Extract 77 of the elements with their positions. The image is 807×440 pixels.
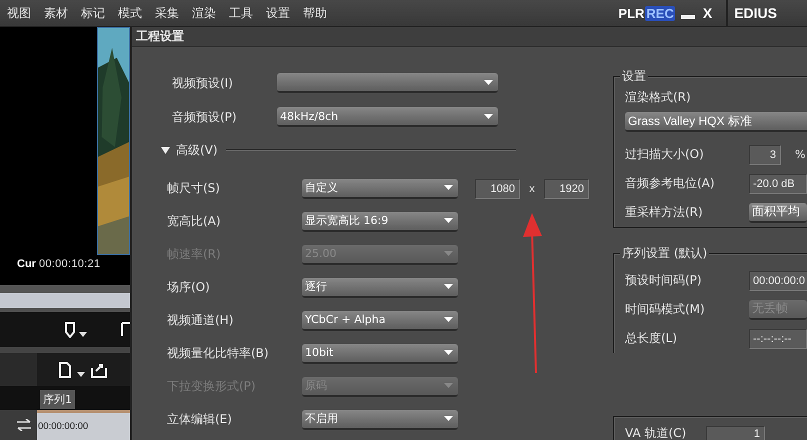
timeline-ruler[interactable]: 00:00:00:00 [37, 410, 130, 440]
field-label: 帧尺寸(S) [167, 180, 221, 197]
dropdown[interactable] [277, 73, 498, 93]
number-field[interactable]: 1 [706, 426, 765, 440]
caret-icon [444, 251, 453, 256]
export-icon[interactable] [91, 362, 107, 378]
menu-item[interactable]: 采集 [148, 4, 185, 22]
caret-icon [444, 185, 453, 190]
mode-toggle[interactable]: REC [645, 6, 675, 20]
caret-icon [444, 383, 453, 388]
field-label: 视频通道(H) [167, 312, 234, 329]
field-label: 音频预设(P) [172, 108, 238, 126]
timeline-timecode: 00:00:00:00 [38, 421, 88, 432]
field-label: 视频预设(I) [172, 74, 234, 92]
sequence-tab[interactable]: 序列1 [40, 390, 75, 409]
document-icon[interactable] [59, 362, 71, 378]
field-label: 视频量化比特率(B) [167, 345, 270, 362]
dropdown[interactable]: Grass Valley HQX 标准 [625, 112, 807, 132]
caret-icon [444, 350, 453, 355]
current-time-label: Cur [17, 258, 36, 270]
field-label: 立体编辑(E) [167, 411, 233, 428]
caret-icon [484, 114, 493, 118]
field-label: 渲染格式(R) [625, 89, 692, 106]
caret-icon [444, 317, 453, 322]
field-label: 音频参考电位(A) [625, 175, 716, 192]
group-title: 设置 [620, 69, 648, 83]
separator-text: x [528, 182, 536, 194]
dropdown[interactable]: YCbCr + Alpha [302, 310, 458, 330]
number-field[interactable]: 3 [749, 144, 781, 164]
input-field[interactable]: 00:00:00:0 [749, 270, 807, 290]
field-label: 预设时间码(P) [625, 272, 703, 289]
menu-item[interactable]: 模式 [111, 4, 148, 22]
field-label: VA 轨道(C) [625, 425, 688, 440]
input-field[interactable]: --:--:--:-- [749, 328, 807, 348]
width-field[interactable]: 1080 [475, 178, 520, 198]
swap-icon[interactable] [16, 419, 32, 431]
caret-icon [444, 416, 453, 421]
field-label: 过扫描大小(O) [625, 146, 705, 163]
menu-item[interactable]: 设置 [259, 4, 296, 22]
scrub-bar[interactable] [0, 285, 130, 308]
side-panel [0, 353, 37, 386]
section-label: 高级(V) [176, 142, 218, 158]
field-label: 时间码模式(M) [625, 301, 706, 318]
caret-icon [484, 80, 493, 84]
group-title: 序列设置 (默认) [620, 246, 710, 260]
close-button[interactable]: X [702, 5, 712, 21]
field-label: 总长度(L) [625, 330, 678, 347]
caret-icon [444, 218, 453, 223]
caret-icon[interactable] [77, 372, 85, 377]
field-label: 重采样方法(R) [625, 204, 704, 221]
menu-item[interactable]: 工具 [222, 4, 259, 22]
menu-item[interactable]: 视图 [0, 4, 37, 22]
caret-icon [444, 284, 453, 289]
unit-label: % [795, 148, 806, 161]
dropdown[interactable]: 48kHz/8ch [277, 107, 498, 127]
dropdown[interactable]: 面积平均 [749, 202, 807, 222]
menu-item[interactable]: 帮助 [296, 4, 333, 22]
collapse-icon[interactable] [161, 146, 170, 154]
field-label: 宽高比(A) [167, 213, 222, 230]
marker-icon[interactable] [64, 322, 76, 338]
field-label: 场序(O) [167, 279, 211, 296]
dialog-title: 工程设置 [132, 27, 807, 47]
menu-item[interactable]: 标记 [74, 4, 111, 22]
dropdown[interactable]: 显示宽高比 16:9 [302, 212, 458, 232]
dropdown[interactable]: 10bit [302, 344, 458, 364]
height-field[interactable]: 1920 [544, 178, 589, 198]
dropdown[interactable]: 自定义 [302, 178, 458, 198]
dropdown[interactable]: 逐行 [302, 278, 458, 298]
menu-item[interactable]: 渲染 [185, 4, 222, 22]
caret-icon[interactable] [79, 332, 87, 337]
input-field[interactable]: -20.0 dB [749, 174, 807, 194]
menu-item[interactable]: 素材 [37, 4, 74, 22]
minimize-icon[interactable] [680, 13, 695, 19]
dropdown[interactable]: 不启用 [302, 410, 458, 430]
marker-icon[interactable] [120, 322, 130, 338]
mode-toggle[interactable]: PLR [617, 6, 646, 20]
current-timecode: 00:00:10:21 [38, 258, 100, 270]
